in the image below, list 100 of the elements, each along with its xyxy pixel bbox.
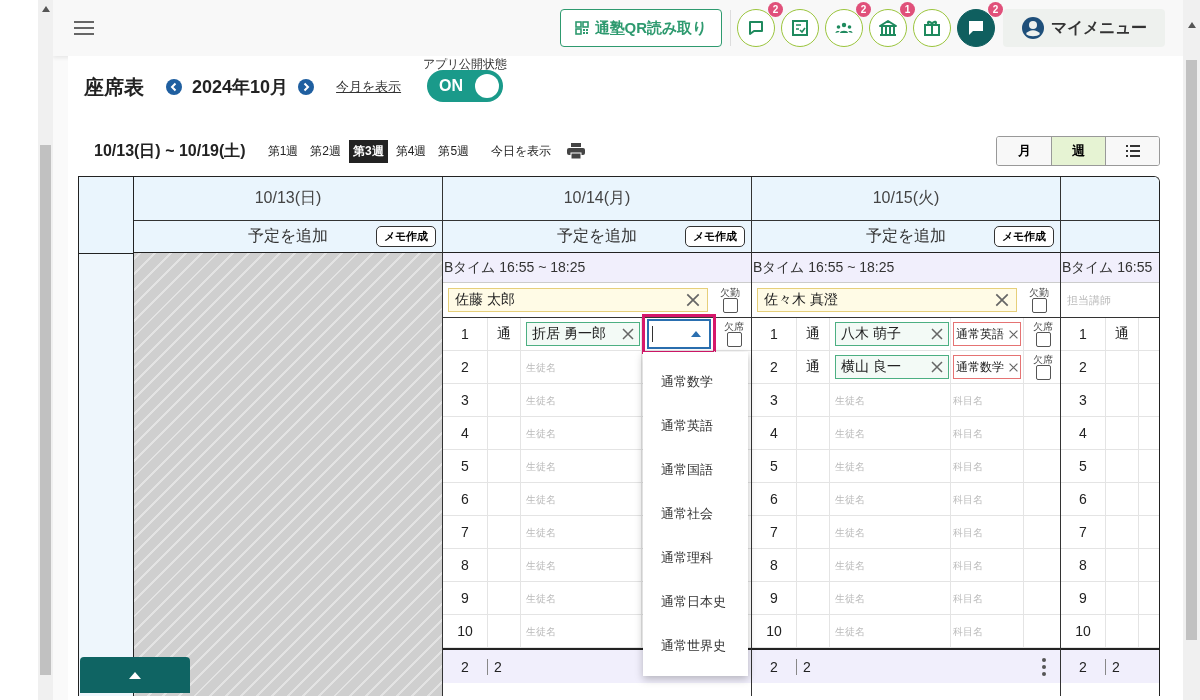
student-field[interactable]: 生徒名 <box>835 394 915 406</box>
day-header: 10/13(日) <box>134 177 442 221</box>
subject-field[interactable]: 科目名 <box>953 460 1033 472</box>
group-button[interactable] <box>825 9 863 47</box>
more-icon[interactable] <box>1042 657 1046 676</box>
subject-field[interactable]: 科目名 <box>953 526 1033 538</box>
today-link[interactable]: 今日を表示 <box>491 142 552 160</box>
row-number: 7 <box>1079 524 1087 540</box>
this-month-link[interactable]: 今月を表示 <box>336 78 402 96</box>
gift-button[interactable] <box>913 9 951 47</box>
week-tab[interactable]: 第2週 <box>306 139 345 163</box>
absent-label: 欠席 <box>1033 354 1053 365</box>
student-field[interactable]: 生徒名 <box>835 559 915 571</box>
scrollbar[interactable] <box>38 0 53 700</box>
dropdown-option[interactable]: 通常日本史 <box>643 580 748 624</box>
subject-field[interactable]: 科目名 <box>953 559 1033 571</box>
subject-chip[interactable]: 通常英語 <box>953 322 1021 346</box>
teacher-chip[interactable]: 佐々木 真澄 <box>757 288 1017 312</box>
memo-button[interactable]: メモ作成 <box>376 226 436 247</box>
dropdown-option[interactable]: 通常数学 <box>643 360 748 404</box>
add-schedule-link[interactable]: 予定を追加 <box>248 226 328 247</box>
student-chip[interactable]: 折居 勇一郎 <box>526 322 640 346</box>
row-number: 7 <box>770 524 778 540</box>
close-icon[interactable] <box>994 292 1010 308</box>
count-label: 2 <box>752 658 797 675</box>
student-chip[interactable]: 八木 萌子 <box>835 322 949 346</box>
row-number: 4 <box>461 425 469 441</box>
subject-field[interactable]: 科目名 <box>953 493 1033 505</box>
add-schedule-link[interactable]: 予定を追加 <box>866 226 946 247</box>
student-chip[interactable]: 横山 良一 <box>835 355 949 379</box>
student-field[interactable]: 生徒名 <box>835 493 915 505</box>
chat-button[interactable] <box>737 9 775 47</box>
teacher-field[interactable]: 担当講師 <box>1061 294 1157 306</box>
view-mode-button[interactable]: 月 <box>997 137 1051 165</box>
memo-button[interactable]: メモ作成 <box>994 226 1054 247</box>
memo-button[interactable]: メモ作成 <box>685 226 745 247</box>
student-field[interactable]: 生徒名 <box>526 559 606 571</box>
row-number: 2 <box>1079 359 1087 375</box>
student-field[interactable]: 生徒名 <box>526 592 606 604</box>
caret-icon <box>691 331 701 337</box>
subject-chip[interactable]: 通常数学 <box>953 355 1021 379</box>
student-field[interactable]: 生徒名 <box>526 427 606 439</box>
student-field[interactable]: 生徒名 <box>835 460 915 472</box>
qr-icon <box>574 21 589 35</box>
week-tab[interactable]: 第1週 <box>263 139 303 163</box>
qr-scan-button[interactable]: 通塾QR読み取り <box>559 9 722 47</box>
week-tab[interactable]: 第3週 <box>349 139 388 163</box>
list-view-button[interactable] <box>1105 137 1159 165</box>
subject-field[interactable]: 科目名 <box>953 625 1033 637</box>
chat-button[interactable] <box>957 9 995 47</box>
dropdown-option[interactable]: 通常英語 <box>643 404 748 448</box>
close-icon[interactable] <box>1008 361 1019 373</box>
my-menu-button[interactable]: マイメニュー <box>1003 9 1165 47</box>
checkbox[interactable] <box>1035 364 1051 380</box>
checkbox[interactable] <box>722 297 738 313</box>
close-icon[interactable] <box>930 360 944 374</box>
scroll-up-icon[interactable] <box>41 6 50 12</box>
dropdown-option[interactable]: 通常理科 <box>643 536 748 580</box>
week-tab[interactable]: 第5週 <box>434 139 474 163</box>
subject-field[interactable]: 科目名 <box>953 427 1033 439</box>
checklist-button[interactable] <box>781 9 819 47</box>
previous-month-button[interactable] <box>166 79 182 95</box>
checkbox[interactable] <box>1035 331 1051 347</box>
close-icon[interactable] <box>1008 328 1019 340</box>
page-title: 座席表 <box>84 74 144 100</box>
dropdown-option[interactable]: 通常国語 <box>643 448 748 492</box>
list-icon <box>1125 145 1140 157</box>
menu-icon[interactable] <box>73 20 95 36</box>
checkbox[interactable] <box>1031 297 1047 313</box>
school-button[interactable] <box>869 9 907 47</box>
student-field[interactable]: 生徒名 <box>835 592 915 604</box>
row-number: 3 <box>770 392 778 408</box>
view-mode-button[interactable]: 週 <box>1051 137 1105 165</box>
row-number: 7 <box>461 524 469 540</box>
dropdown-option[interactable]: 通常社会 <box>643 492 748 536</box>
student-field[interactable]: 生徒名 <box>526 493 606 505</box>
next-month-button[interactable] <box>298 79 315 95</box>
student-field[interactable]: 生徒名 <box>526 625 606 637</box>
student-field[interactable]: 生徒名 <box>835 625 915 637</box>
dropdown-option[interactable]: 通常世界史 <box>643 624 748 668</box>
close-icon[interactable] <box>621 327 635 341</box>
scrollbar[interactable] <box>1183 0 1200 700</box>
student-field[interactable]: 生徒名 <box>526 526 606 538</box>
student-field[interactable]: 生徒名 <box>526 394 606 406</box>
print-icon[interactable] <box>567 143 586 159</box>
checkbox[interactable] <box>726 331 742 347</box>
add-schedule-link[interactable]: 予定を追加 <box>557 226 637 247</box>
student-field[interactable]: 生徒名 <box>835 526 915 538</box>
close-icon[interactable] <box>685 292 701 308</box>
close-icon[interactable] <box>930 327 944 341</box>
week-tab[interactable]: 第4週 <box>391 139 431 163</box>
student-field[interactable]: 生徒名 <box>526 460 606 472</box>
subject-field[interactable]: 科目名 <box>953 394 1033 406</box>
student-field[interactable]: 生徒名 <box>526 361 606 373</box>
row-number: 9 <box>770 590 778 606</box>
subject-field[interactable]: 科目名 <box>953 592 1033 604</box>
scroll-up-icon[interactable] <box>1187 22 1196 28</box>
student-field[interactable]: 生徒名 <box>835 427 915 439</box>
teacher-chip[interactable]: 佐藤 太郎 <box>448 288 708 312</box>
count-badge: 2 <box>988 2 1003 17</box>
